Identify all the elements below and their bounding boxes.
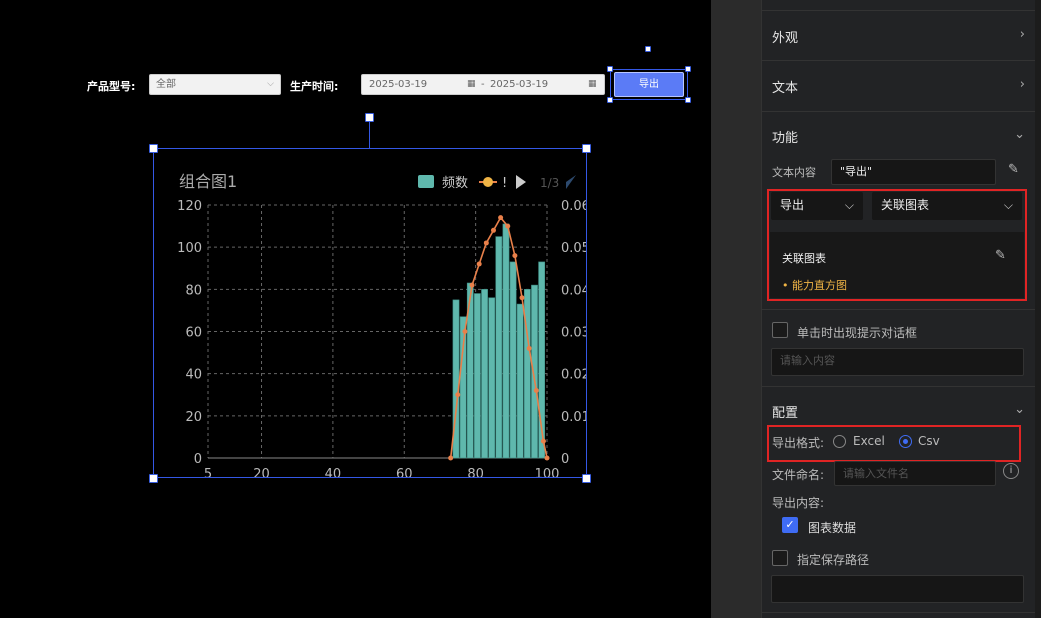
date-end: 2025-03-19 [490,79,549,90]
divider [762,309,1035,310]
text-content-label: 文本内容 [772,166,816,179]
panel-scrollbar[interactable] [1035,0,1041,618]
date-start: 2025-03-19 [369,79,428,90]
file-name-input[interactable]: 请输入文件名 [834,461,996,486]
rotate-line [648,50,649,69]
export-content-label: 导出内容: [772,496,825,510]
divider [762,111,1035,112]
button-selection-frame [610,69,688,100]
rotate-handle[interactable] [645,46,651,52]
date-separator: - [481,79,485,90]
resize-handle[interactable] [149,144,158,153]
save-path-input[interactable] [771,575,1024,603]
section-text[interactable]: 文本 › [772,77,1025,96]
resize-handle[interactable] [582,144,591,153]
divider [762,10,1035,11]
resize-handle[interactable] [685,66,691,72]
resize-handle[interactable] [607,97,613,103]
section-appearance[interactable]: 外观 › [772,27,1025,46]
resize-handle[interactable] [607,66,613,72]
divider [762,60,1035,61]
section-function-label: 功能 [772,131,799,146]
chart-data-label: 图表数据 [808,521,857,535]
info-icon[interactable]: i [1003,463,1019,479]
chevron-down-icon: ⌄ [1014,127,1025,142]
canvas-gutter [711,0,761,618]
calendar-icon: ▦ [467,79,476,89]
save-path-label: 指定保存路径 [797,553,870,567]
divider [762,386,1035,387]
chevron-right-icon: › [1019,27,1025,42]
edit-icon[interactable]: ✎ [1008,162,1019,177]
file-name-label: 文件命名: [772,468,825,482]
chevron-down-icon: ⌵ [267,79,274,89]
product-model-label: 产品型号: [87,80,136,93]
chart-data-checkbox[interactable]: ✓ [782,517,798,533]
divider [762,612,1035,613]
section-config[interactable]: 配置 ⌄ [772,402,1025,421]
save-path-checkbox[interactable] [772,550,788,566]
rotate-line [369,122,370,148]
property-panel: 外观 › 文本 › 功能 ⌄ 文本内容 "导出" ✎ 导出 ⌵ 关联图表 ⌵ 关… [761,0,1041,618]
rotate-handle[interactable] [365,113,374,122]
resize-handle[interactable] [582,474,591,483]
resize-handle[interactable] [685,97,691,103]
section-appearance-label: 外观 [772,31,799,46]
confirm-dialog-checkbox[interactable] [772,322,788,338]
section-config-label: 配置 [772,406,799,421]
section-text-label: 文本 [772,81,799,96]
text-content-field[interactable]: "导出" [831,159,996,185]
highlight-format-box [767,425,1021,462]
design-canvas[interactable]: 产品型号: 全部 ⌵ 生产时间: 2025-03-19 ▦ - 2025-03-… [0,0,711,618]
confirm-dialog-label: 单击时出现提示对话框 [797,326,918,340]
production-time-label: 生产时间: [290,80,339,93]
section-function[interactable]: 功能 ⌄ [772,127,1025,146]
chevron-right-icon: › [1019,77,1025,92]
confirm-dialog-input[interactable]: 请输入内容 [771,348,1024,376]
calendar-icon: ▦ [588,79,597,89]
product-model-select[interactable]: 全部 ⌵ [149,74,281,95]
chart-selection-frame [153,148,587,478]
chevron-down-icon: ⌄ [1014,402,1025,417]
highlight-function-box [767,189,1027,301]
resize-handle[interactable] [149,474,158,483]
product-model-value: 全部 [156,79,176,90]
date-range-picker[interactable]: 2025-03-19 ▦ - 2025-03-19 ▦ [361,74,605,95]
